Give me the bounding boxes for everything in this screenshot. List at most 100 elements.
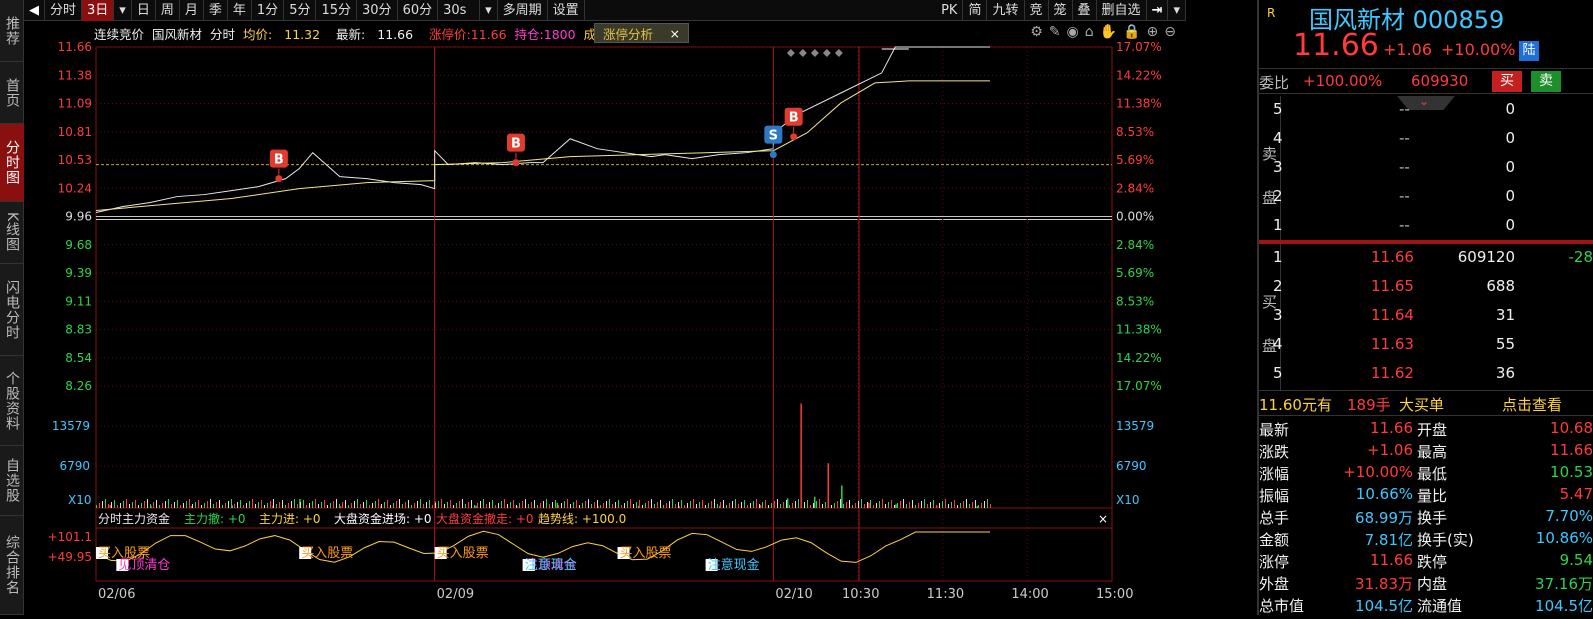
big-order-link[interactable]: 点击查看	[1502, 394, 1562, 415]
r-flag: R	[1267, 6, 1275, 20]
volume-bar	[450, 500, 451, 508]
stat-label: 量比	[1417, 485, 1447, 506]
period-button-11[interactable]: 30分	[357, 0, 398, 21]
left-tab-3[interactable]: K线图	[0, 202, 24, 264]
ask-row[interactable]: 1 -- 0	[1259, 212, 1593, 241]
buy-marker[interactable]: B	[270, 150, 288, 183]
x-tick: 02/09	[437, 587, 474, 602]
left-tab-6[interactable]: 自选股	[0, 446, 24, 516]
indicator-close-icon[interactable]: ×	[1098, 512, 1108, 526]
left-tab-1[interactable]: 首页	[0, 62, 24, 124]
sell-marker[interactable]: S	[764, 126, 782, 159]
tool-button-0[interactable]: PK	[936, 0, 963, 21]
volume-bar	[984, 501, 985, 508]
bag-icon[interactable]: ⌂	[1085, 24, 1094, 40]
period-button-2[interactable]: ▾	[114, 0, 132, 21]
limit-marker	[787, 49, 795, 57]
bid-row[interactable]: 4 11.63 55	[1259, 331, 1593, 360]
back-arrow-icon[interactable]: ◀	[24, 0, 45, 21]
zoom-out-icon[interactable]: ⊖	[1164, 24, 1176, 40]
buy-button[interactable]: 买	[1492, 71, 1522, 92]
intraday-chart: 11.6617.07%11.3814.22%11.0911.38%10.818.…	[24, 21, 1186, 615]
volume-bar	[549, 504, 550, 508]
volume-bar	[969, 504, 970, 508]
ask-row[interactable]: 4 -- 0	[1259, 125, 1593, 154]
period-button-4[interactable]: 周	[156, 0, 180, 21]
volume-bar	[126, 499, 127, 508]
period-button-15[interactable]: 多周期	[498, 0, 548, 21]
ask-row[interactable]: 5 -- 0	[1259, 96, 1593, 125]
close-icon[interactable]: ×	[670, 26, 680, 41]
volume-bar	[300, 502, 301, 508]
trade-point	[512, 159, 519, 166]
period-button-16[interactable]: 设置	[548, 0, 585, 21]
volume-bar	[402, 504, 403, 508]
volume-bar	[822, 504, 823, 508]
left-tab-2[interactable]: 分时图	[0, 124, 24, 202]
period-button-3[interactable]: 日	[132, 0, 156, 21]
left-tab-0[interactable]: 推荐	[0, 0, 24, 62]
bid-row[interactable]: 3 11.64 31	[1259, 302, 1593, 331]
settings-icon[interactable]: ⚙	[1030, 24, 1043, 40]
period-button-12[interactable]: 60分	[398, 0, 439, 21]
ask-price: --	[1399, 187, 1410, 205]
volume-bar	[102, 501, 103, 508]
volume-bar	[918, 503, 919, 508]
zoom-in-icon[interactable]: ⊕	[1147, 24, 1159, 40]
expand-icon[interactable]: ⇥	[1147, 0, 1169, 21]
pct-tick: 8.53%	[1116, 125, 1154, 139]
volume-bar	[936, 505, 937, 508]
period-button-10[interactable]: 15分	[316, 0, 357, 21]
ask-row[interactable]: 2 -- 0	[1259, 183, 1593, 212]
ask-row[interactable]: 3 -- 0	[1259, 154, 1593, 183]
lock-icon[interactable]: 🔒	[1123, 24, 1140, 40]
trade-point	[790, 133, 797, 140]
bid-row[interactable]: 1 11.66 609120 -28	[1259, 244, 1593, 273]
volume-bar	[135, 500, 136, 508]
trade-point	[770, 151, 777, 158]
volume-bar	[279, 502, 280, 508]
period-button-7[interactable]: 年	[228, 0, 252, 21]
volume-bar	[702, 500, 703, 508]
eye-icon[interactable]: ◉	[1067, 24, 1079, 40]
period-button-0[interactable]: 分时	[45, 0, 82, 21]
indicator-item: 趋势线: +100.0	[538, 512, 626, 526]
limit-up-analysis-tab[interactable]: 涨停分析 ×	[594, 23, 689, 43]
bid-row[interactable]: 2 11.65 688	[1259, 273, 1593, 302]
period-button-5[interactable]: 月	[180, 0, 204, 21]
period-button-8[interactable]: 1分	[252, 0, 284, 21]
period-button-13[interactable]: 30s	[438, 0, 480, 21]
tool-button-1[interactable]: 简	[963, 0, 987, 21]
volume-bar	[219, 500, 220, 508]
lu-badge[interactable]: 陆	[1519, 41, 1539, 61]
volume-bar	[981, 503, 982, 508]
period-button-6[interactable]: 季	[204, 0, 228, 21]
left-tab-7[interactable]: 综合排名	[0, 516, 24, 615]
period-button-9[interactable]: 5分	[284, 0, 316, 21]
volume-bar	[183, 503, 184, 508]
tool-button-3[interactable]: 竞	[1025, 0, 1049, 21]
tool-button-6[interactable]: 删自选	[1097, 0, 1147, 21]
tool-button-5[interactable]: 叠	[1073, 0, 1097, 21]
stat-value: 9.54	[1560, 551, 1593, 569]
pen-icon[interactable]: ✎	[1049, 24, 1061, 40]
volume-bar	[144, 501, 145, 508]
sell-button[interactable]: 卖	[1531, 71, 1561, 92]
tool-button-4[interactable]: 笼	[1049, 0, 1073, 21]
volume-bar	[129, 504, 130, 508]
tool-button-2[interactable]: 九转	[987, 0, 1024, 21]
period-button-1[interactable]: 3日	[82, 0, 114, 21]
volume-bar	[897, 503, 898, 508]
hand-icon[interactable]: ✋	[1100, 24, 1117, 40]
stat-label: 最新	[1259, 419, 1289, 440]
buy-marker[interactable]: B	[785, 108, 803, 141]
bid-row[interactable]: 5 11.62 36	[1259, 360, 1593, 389]
left-tab-5[interactable]: 个股资料	[0, 356, 24, 446]
left-tab-4[interactable]: 闪电分时	[0, 264, 24, 356]
dropdown-icon[interactable]: ▾	[1168, 0, 1186, 21]
stat-row: 总市值 104.5亿 流通值 104.5亿	[1259, 594, 1593, 616]
volume-bar	[699, 502, 700, 508]
volume-bar	[912, 500, 913, 508]
volume-bar	[975, 500, 976, 508]
period-button-14[interactable]: ▾	[480, 0, 498, 21]
